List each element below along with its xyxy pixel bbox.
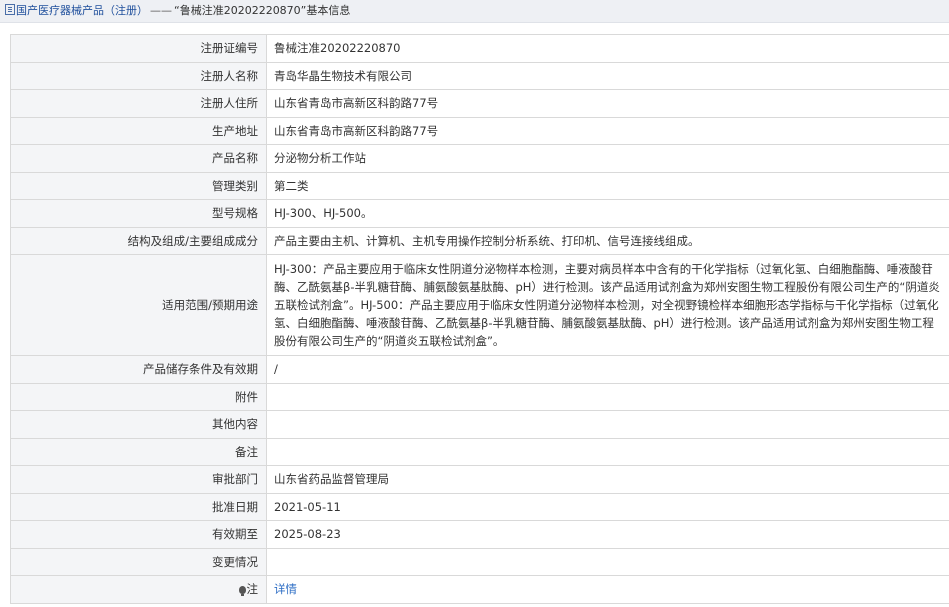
table-row: 有效期至 2025-08-23 — [10, 520, 949, 549]
table-row: 变更情况 — [10, 547, 949, 576]
row-value: 第二类 — [266, 171, 949, 200]
row-label: 适用范围/预期用途 — [10, 254, 267, 356]
table-row: 其他内容 — [10, 410, 949, 439]
row-label: 其他内容 — [10, 410, 267, 439]
table-row: 产品储存条件及有效期 / — [10, 355, 949, 384]
row-value — [266, 547, 949, 576]
row-value: 产品主要由主机、计算机、主机专用操作控制分析系统、打印机、信号连接线组成。 — [266, 226, 949, 255]
table-row: 注册人住所 山东省青岛市高新区科韵路77号 — [10, 89, 949, 118]
note-label-cell: 注 — [10, 575, 267, 604]
table-row: 产品名称 分泌物分析工作站 — [10, 144, 949, 173]
breadcrumb-home-link[interactable]: 国产医疗器械产品（注册） — [16, 4, 148, 17]
row-label: 注册人住所 — [10, 89, 267, 118]
row-label: 产品储存条件及有效期 — [10, 355, 267, 384]
row-label: 有效期至 — [10, 520, 267, 549]
row-label: 变更情况 — [10, 547, 267, 576]
details-link[interactable]: 详情 — [274, 582, 297, 596]
row-value: 山东省青岛市高新区科韵路77号 — [266, 89, 949, 118]
breadcrumb: 国产医疗器械产品（注册） —— “鲁械注准20202220870”基本信息 — [0, 0, 949, 23]
table-row: 注册人名称 青岛华晶生物技术有限公司 — [10, 61, 949, 90]
note-label: 注 — [246, 582, 259, 597]
note-row: 注 详情 — [10, 575, 949, 604]
row-value: 山东省药品监督管理局 — [266, 465, 949, 494]
row-label: 注册人名称 — [10, 61, 267, 90]
row-value: 分泌物分析工作站 — [266, 144, 949, 173]
row-value: 山东省青岛市高新区科韵路77号 — [266, 116, 949, 145]
row-value: 2021-05-11 — [266, 492, 949, 521]
row-value: HJ-300、HJ-500。 — [266, 199, 949, 228]
row-value — [266, 437, 949, 466]
breadcrumb-separator: —— — [150, 4, 172, 17]
row-label: 批准日期 — [10, 492, 267, 521]
row-label: 审批部门 — [10, 465, 267, 494]
table-row: 型号规格 HJ-300、HJ-500。 — [10, 199, 949, 228]
table-row: 生产地址 山东省青岛市高新区科韵路77号 — [10, 116, 949, 145]
row-label: 备注 — [10, 437, 267, 466]
note-value-cell: 详情 — [266, 575, 949, 604]
table-row: 结构及组成/主要组成成分 产品主要由主机、计算机、主机专用操作控制分析系统、打印… — [10, 226, 949, 255]
row-label: 附件 — [10, 382, 267, 411]
registration-info-table: 注册证编号 鲁械注准20202220870 注册人名称 青岛华晶生物技术有限公司… — [10, 34, 949, 604]
table-row: 适用范围/预期用途 HJ-300：产品主要应用于临床女性阴道分泌物样本检测，主要… — [10, 254, 949, 356]
row-value: 鲁械注准20202220870 — [266, 34, 949, 63]
row-value — [266, 382, 949, 411]
row-value: 青岛华晶生物技术有限公司 — [266, 61, 949, 90]
table-row: 审批部门 山东省药品监督管理局 — [10, 465, 949, 494]
row-value: / — [266, 355, 949, 384]
row-value: 2025-08-23 — [266, 520, 949, 549]
table-row: 管理类别 第二类 — [10, 171, 949, 200]
row-value: HJ-300：产品主要应用于临床女性阴道分泌物样本检测，主要对病员样本中含有的干… — [266, 254, 949, 356]
row-label: 产品名称 — [10, 144, 267, 173]
lightbulb-icon — [238, 586, 246, 597]
table-row: 批准日期 2021-05-11 — [10, 492, 949, 521]
table-row: 附件 — [10, 382, 949, 411]
row-label: 生产地址 — [10, 116, 267, 145]
table-row: 注册证编号 鲁械注准20202220870 — [10, 34, 949, 63]
breadcrumb-current: “鲁械注准20202220870”基本信息 — [174, 4, 351, 17]
row-value — [266, 410, 949, 439]
row-label: 管理类别 — [10, 171, 267, 200]
row-label: 型号规格 — [10, 199, 267, 228]
document-icon — [5, 4, 15, 15]
table-row: 备注 — [10, 437, 949, 466]
row-label: 结构及组成/主要组成成分 — [10, 226, 267, 255]
row-label: 注册证编号 — [10, 34, 267, 63]
